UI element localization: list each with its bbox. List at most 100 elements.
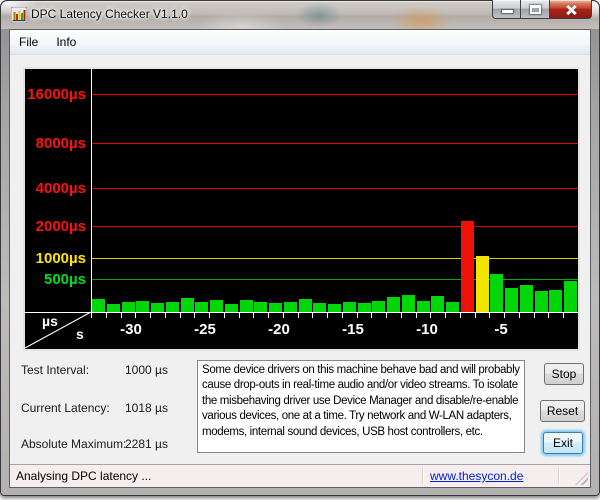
app-icon (11, 7, 27, 23)
x-axis-tick (459, 313, 461, 318)
latency-bar (372, 301, 386, 312)
x-axis-label--5: -5 (494, 321, 508, 338)
x-axis-tick (120, 313, 122, 318)
maximize-button[interactable] (521, 0, 550, 19)
x-axis-tick (105, 313, 107, 318)
menu-file[interactable]: File (10, 31, 47, 53)
status-separator (558, 467, 559, 485)
status-bar: Analysing DPC latency ... www.thesycon.d… (10, 464, 590, 487)
latency-bar (269, 303, 283, 312)
x-axis-tick (533, 313, 535, 318)
gridline-500us (91, 279, 578, 280)
x-axis-tick (386, 313, 388, 318)
absolute-maximum-label: Absolute Maximum: (21, 437, 127, 451)
x-axis-tick (268, 313, 270, 318)
x-axis-tick (253, 313, 255, 318)
x-axis-label--10: -10 (416, 321, 438, 338)
x-axis-tick (238, 313, 240, 318)
gridline-4000us (91, 188, 578, 189)
latency-bar (357, 303, 371, 312)
latency-bar (519, 285, 533, 312)
latency-bar (239, 300, 253, 312)
latency-bar (313, 303, 327, 312)
x-axis-unit-label: s (76, 326, 84, 342)
latency-bar (416, 301, 430, 312)
x-axis-tick (563, 313, 565, 318)
latency-chart-panel: µs s 500µs 1000µs 2000µs 4000µs 8000µs 16000µ… (23, 67, 580, 351)
menu-bar: File Info (10, 30, 590, 55)
latency-bar (460, 221, 474, 312)
x-axis-tick (150, 313, 152, 318)
y-axis-label-16000us: 16000µs (27, 86, 86, 103)
y-axis-label-2000us: 2000µs (35, 218, 86, 235)
thesycon-link[interactable]: www.thesycon.de (430, 469, 523, 483)
x-axis-tick (518, 313, 520, 318)
latency-bar (92, 299, 105, 312)
test-interval-label: Test Interval: (21, 363, 90, 377)
latency-bar (210, 300, 224, 312)
x-axis-tick (371, 313, 373, 318)
x-axis-tick (327, 313, 329, 318)
x-axis-tick (341, 313, 343, 318)
x-axis-label--30: -30 (120, 321, 142, 338)
latency-bar (549, 290, 563, 312)
minimize-button[interactable] (492, 0, 521, 19)
menu-info[interactable]: Info (47, 31, 85, 53)
gridline-8000us (91, 143, 578, 144)
x-axis-tick (282, 313, 284, 318)
close-icon (564, 3, 577, 16)
x-axis-tick (179, 313, 181, 318)
latency-bar (401, 295, 415, 312)
x-axis-tick (135, 313, 137, 318)
gridline-2000us (91, 226, 578, 227)
x-axis-tick (548, 313, 550, 318)
x-axis-tick (356, 313, 358, 318)
close-button[interactable] (550, 0, 592, 19)
exit-button[interactable]: Exit (543, 432, 583, 454)
y-axis-label-4000us: 4000µs (35, 180, 86, 197)
y-axis-label-8000us: 8000µs (35, 135, 86, 152)
x-axis-tick (474, 313, 476, 318)
x-axis-baseline (25, 312, 578, 313)
latency-bar (446, 302, 460, 312)
latency-bar (136, 301, 150, 312)
x-axis-label--25: -25 (194, 321, 216, 338)
status-message: Analysing DPC latency ... (16, 469, 152, 483)
window-title: DPC Latency Checker V1.1.0 (31, 7, 188, 21)
latency-bar (490, 274, 504, 312)
gridline-16000us (91, 94, 578, 95)
latency-chart: µs s 500µs 1000µs 2000µs 4000µs 8000µs 16000µ… (25, 69, 578, 349)
x-axis-label--20: -20 (268, 321, 290, 338)
current-latency-value: 1018 µs (125, 401, 168, 415)
x-axis-label--15: -15 (342, 321, 364, 338)
x-axis-tick (91, 313, 92, 318)
y-axis-label-1000us: 1000µs (35, 250, 86, 267)
x-axis-tick (504, 313, 506, 318)
x-axis-tick (223, 313, 225, 318)
reset-button[interactable]: Reset (540, 400, 585, 422)
latency-bar (283, 302, 297, 312)
app-window: DPC Latency Checker V1.1.0 File Info µs … (0, 0, 600, 496)
y-axis-line (91, 69, 92, 312)
current-latency-label: Current Latency: (21, 401, 110, 415)
y-axis-label-500us: 500µs (43, 271, 86, 288)
x-axis-tick (194, 313, 196, 318)
x-axis-tick (297, 313, 299, 318)
latency-bar (195, 302, 209, 312)
latency-bar (387, 297, 401, 312)
latency-bar (121, 302, 135, 312)
latency-bar (328, 304, 342, 312)
minimize-icon (502, 10, 513, 13)
resize-grip-icon[interactable] (575, 472, 588, 485)
latency-bar (254, 302, 268, 312)
latency-bar (505, 288, 519, 312)
advice-text-box: Some device drivers on this machine beha… (197, 360, 525, 453)
stop-button[interactable]: Stop (544, 363, 584, 385)
x-axis-tick (445, 313, 447, 318)
maximize-icon (530, 5, 541, 14)
latency-bar (534, 291, 548, 312)
title-bar[interactable]: DPC Latency Checker V1.1.0 (1, 0, 599, 29)
latency-bar (431, 296, 445, 312)
absolute-maximum-value: 2281 µs (125, 437, 168, 451)
x-axis-tick (415, 313, 417, 318)
